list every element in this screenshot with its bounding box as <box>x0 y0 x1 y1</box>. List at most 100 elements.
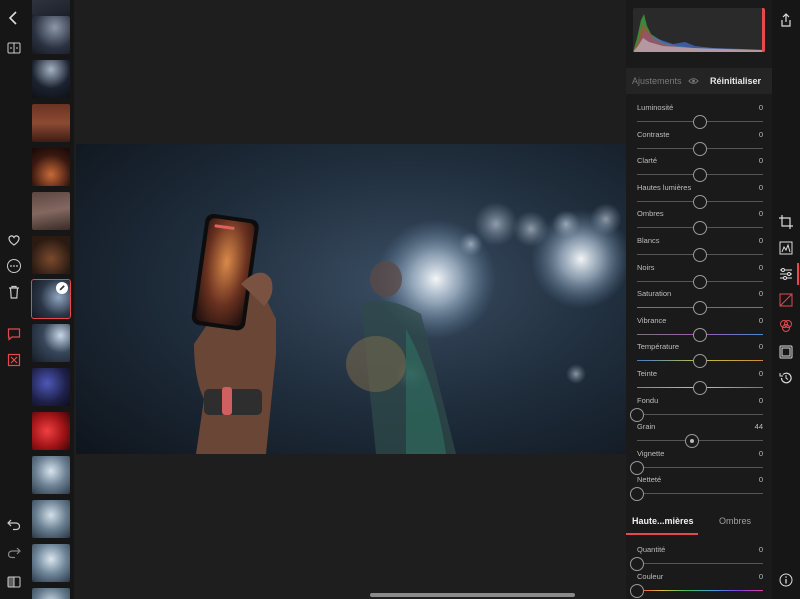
slider-temperature[interactable]: Température 0 <box>626 342 772 369</box>
slider-vibrance[interactable]: Vibrance 0 <box>626 316 772 342</box>
thumbnail[interactable] <box>32 148 70 186</box>
heart-icon[interactable] <box>4 230 24 250</box>
back-icon[interactable] <box>4 8 24 28</box>
slider-label: Clarté <box>637 156 658 166</box>
slider-value: 0 <box>758 315 763 325</box>
slider-knob[interactable] <box>693 194 707 209</box>
slider-track[interactable] <box>637 563 763 564</box>
thumbnail-selected[interactable] <box>31 279 71 319</box>
slider-knob[interactable] <box>693 274 707 289</box>
eye-icon[interactable] <box>688 76 699 86</box>
histogram-icon[interactable] <box>778 240 794 256</box>
filmstrip[interactable] <box>28 0 74 599</box>
thumbnail[interactable] <box>32 236 70 274</box>
undo-icon[interactable] <box>4 514 24 534</box>
thumbnail[interactable] <box>32 60 70 98</box>
split-toning-tabs: Haute...mières Ombres <box>626 508 772 536</box>
crop-icon[interactable] <box>778 214 794 230</box>
thumbnail[interactable] <box>32 544 70 582</box>
share-icon[interactable] <box>778 12 794 28</box>
slider-track[interactable] <box>637 466 763 468</box>
slider-ombres[interactable]: Ombres 0 <box>626 209 772 236</box>
redo-icon[interactable] <box>4 542 24 562</box>
thumbnail[interactable] <box>32 500 70 538</box>
frame-icon[interactable] <box>778 344 794 360</box>
thumbnail[interactable] <box>32 16 70 54</box>
slider-value: 0 <box>758 182 763 192</box>
slider-luminosite[interactable]: Luminosité 0 <box>626 103 772 129</box>
slider-contraste[interactable]: Contraste 0 <box>626 130 772 156</box>
thumbnail[interactable] <box>32 104 70 142</box>
slider-knob[interactable] <box>630 557 644 571</box>
active-tool-indicator <box>797 263 799 285</box>
color-mix-icon[interactable] <box>778 318 794 334</box>
slider-couleur[interactable]: Couleur 0 <box>626 572 772 598</box>
more-icon[interactable] <box>4 256 24 276</box>
slider-knob[interactable] <box>630 407 644 422</box>
slider-label: Luminosité <box>637 103 674 112</box>
photo-canvas[interactable] <box>74 0 626 599</box>
edited-photo[interactable] <box>76 144 626 454</box>
slider-knob[interactable] <box>693 168 707 183</box>
slider-knob[interactable] <box>630 487 644 502</box>
edited-icon <box>56 282 68 294</box>
slider-noirs[interactable]: Noirs 0 <box>626 263 772 289</box>
slider-knob[interactable] <box>693 248 707 262</box>
slider-knob[interactable] <box>693 301 707 316</box>
comment-icon[interactable] <box>4 324 24 344</box>
history-icon[interactable] <box>778 370 794 386</box>
slider-track[interactable] <box>637 440 763 442</box>
slider-fondu[interactable]: Fondu 0 <box>626 396 772 422</box>
home-indicator <box>370 593 575 597</box>
slider-hautes-lumieres[interactable]: Hautes lumières 0 <box>626 183 772 209</box>
slider-knob[interactable] <box>693 115 707 129</box>
slider-track[interactable] <box>637 493 763 495</box>
thumbnail[interactable] <box>32 324 70 362</box>
slider-value: 0 <box>758 448 763 458</box>
slider-label: Température <box>637 342 680 352</box>
slider-knob[interactable] <box>693 354 707 369</box>
slider-track[interactable] <box>637 589 763 591</box>
compare-icon[interactable] <box>4 38 24 58</box>
slider-grain[interactable]: Grain 44 <box>626 422 772 449</box>
slider-label: Vignette <box>637 448 665 458</box>
thumbnail[interactable] <box>32 412 70 450</box>
slider-knob[interactable] <box>693 381 707 395</box>
slider-knob[interactable] <box>693 221 707 236</box>
slider-track[interactable] <box>637 413 763 415</box>
slider-knob[interactable] <box>630 583 644 598</box>
slider-knob[interactable] <box>685 434 700 449</box>
thumbnail[interactable] <box>32 368 70 406</box>
trash-icon[interactable] <box>4 282 24 302</box>
slider-quantite[interactable]: Quantité 0 <box>626 545 772 571</box>
slider-knob[interactable] <box>693 141 707 156</box>
thumbnail[interactable] <box>32 456 70 494</box>
slider-saturation[interactable]: Saturation 0 <box>626 289 772 316</box>
info-icon[interactable] <box>778 572 794 588</box>
split-view-icon[interactable] <box>4 572 24 592</box>
tab-shadows[interactable]: Ombres <box>719 516 751 526</box>
slider-label: Blancs <box>637 236 660 245</box>
reset-button[interactable]: Réinitialiser <box>710 76 761 86</box>
slider-nettete[interactable]: Netteté 0 <box>626 475 772 502</box>
curves-icon[interactable] <box>778 292 794 308</box>
reject-icon[interactable] <box>4 350 24 370</box>
slider-value: 0 <box>758 571 763 581</box>
slider-value: 0 <box>758 129 763 139</box>
thumbnail[interactable] <box>32 588 70 599</box>
adjust-icon[interactable] <box>778 266 794 282</box>
thumbnail[interactable] <box>32 192 70 230</box>
slider-value: 0 <box>758 475 763 485</box>
slider-knob[interactable] <box>693 327 707 342</box>
slider-teinte[interactable]: Teinte 0 <box>626 369 772 395</box>
slider-blancs[interactable]: Blancs 0 <box>626 236 772 262</box>
tab-adjustments[interactable]: Ajustements <box>632 76 682 86</box>
slider-knob[interactable] <box>630 460 644 475</box>
thumbnail[interactable] <box>32 0 70 16</box>
slider-vignette[interactable]: Vignette 0 <box>626 449 772 475</box>
adjustments-panel: Ajustements Réinitialiser Luminosité 0 Con… <box>626 0 772 599</box>
tab-highlights[interactable]: Haute...mières <box>632 516 694 526</box>
slider-value: 0 <box>758 289 763 299</box>
slider-clarte[interactable]: Clarté 0 <box>626 156 772 183</box>
slider-label: Couleur <box>637 571 664 581</box>
